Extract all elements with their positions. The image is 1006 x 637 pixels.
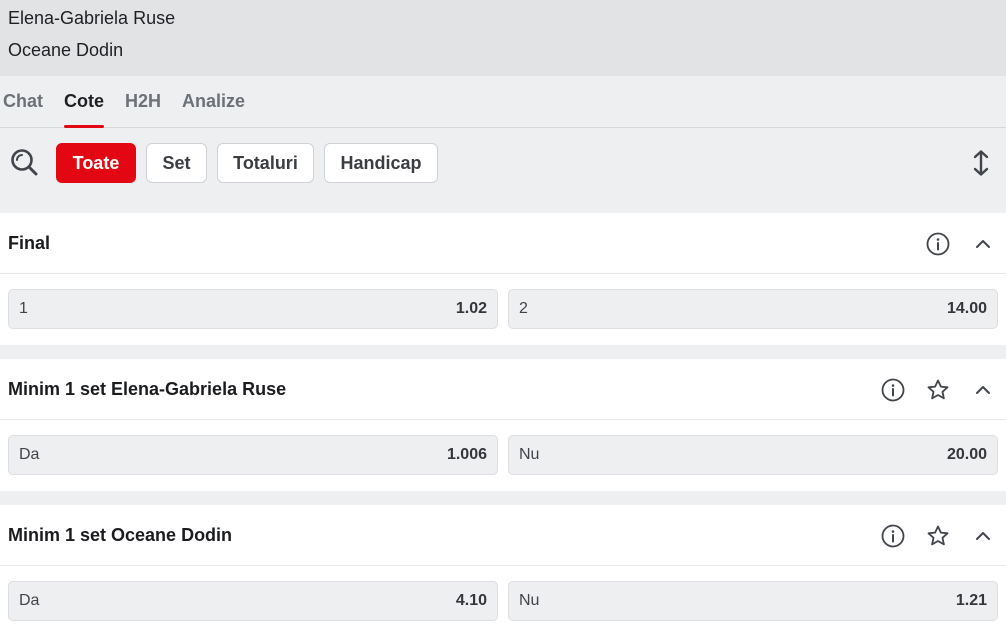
market-title: Minim 1 set Oceane Dodin xyxy=(8,524,233,545)
star-icon[interactable] xyxy=(926,524,950,548)
outcome-label: Da xyxy=(19,446,40,463)
info-icon[interactable] xyxy=(926,232,950,256)
odds-button-nu[interactable]: Nu 20.00 xyxy=(508,435,998,475)
market-final: Final 1 1.02 2 14.00 xyxy=(0,213,1006,345)
odds-value: 1.006 xyxy=(446,446,487,463)
outcome-label: Nu xyxy=(519,446,540,463)
outcome-label: Nu xyxy=(519,592,540,609)
tab-bar: Chat Cote H2H Analize xyxy=(0,76,1006,128)
odds-button-da[interactable]: Da 4.10 xyxy=(8,581,498,621)
tab-analize[interactable]: Analize xyxy=(182,75,245,127)
market-title: Final xyxy=(8,232,51,253)
market-header[interactable]: Minim 1 set Elena-Gabriela Ruse xyxy=(0,359,1006,420)
chevron-up-icon[interactable] xyxy=(971,524,995,548)
star-icon[interactable] xyxy=(926,378,950,402)
expand-vertical-icon[interactable] xyxy=(972,149,990,177)
player-1-name: Elena-Gabriela Ruse xyxy=(8,8,176,28)
info-icon[interactable] xyxy=(881,378,905,402)
filter-totaluri-button[interactable]: Totaluri xyxy=(217,143,314,183)
tab-chat[interactable]: Chat xyxy=(3,75,43,127)
odds-button-1[interactable]: 1 1.02 xyxy=(8,289,498,329)
filter-handicap-button[interactable]: Handicap xyxy=(324,143,438,183)
odds-button-nu[interactable]: Nu 1.21 xyxy=(508,581,998,621)
filter-toate-button[interactable]: Toate xyxy=(56,143,136,183)
chevron-up-icon[interactable] xyxy=(971,378,995,402)
outcome-label: 1 xyxy=(19,300,28,317)
odds-button-da[interactable]: Da 1.006 xyxy=(8,435,498,475)
odds-row: Da 1.006 Nu 20.00 xyxy=(0,420,1006,491)
odds-row: Da 4.10 Nu 1.21 xyxy=(0,566,1006,637)
match-header: Elena-Gabriela Ruse Oceane Dodin xyxy=(0,0,1006,76)
search-icon[interactable] xyxy=(10,148,38,176)
filter-set-button[interactable]: Set xyxy=(146,143,207,183)
filter-bar: Toate Set Totaluri Handicap xyxy=(0,128,1006,212)
market-header[interactable]: Minim 1 set Oceane Dodin xyxy=(0,505,1006,566)
market-header[interactable]: Final xyxy=(0,213,1006,274)
chevron-up-icon[interactable] xyxy=(971,232,995,256)
market-min-1-set-dodin: Minim 1 set Oceane Dodin Da 4.10 Nu 1.21 xyxy=(0,505,1006,637)
tab-cote[interactable]: Cote xyxy=(64,75,104,128)
outcome-label: Da xyxy=(19,592,40,609)
odds-value: 4.10 xyxy=(455,592,487,609)
market-min-1-set-ruse: Minim 1 set Elena-Gabriela Ruse Da 1.006… xyxy=(0,359,1006,491)
odds-value: 20.00 xyxy=(946,446,987,463)
odds-value: 1.21 xyxy=(955,592,987,609)
odds-value: 14.00 xyxy=(946,300,987,317)
odds-button-2[interactable]: 2 14.00 xyxy=(508,289,998,329)
tab-h2h[interactable]: H2H xyxy=(125,75,161,127)
market-title: Minim 1 set Elena-Gabriela Ruse xyxy=(8,378,287,399)
odds-row: 1 1.02 2 14.00 xyxy=(0,274,1006,345)
outcome-label: 2 xyxy=(519,300,528,317)
info-icon[interactable] xyxy=(881,524,905,548)
odds-value: 1.02 xyxy=(455,300,487,317)
player-2-name: Oceane Dodin xyxy=(8,40,124,60)
